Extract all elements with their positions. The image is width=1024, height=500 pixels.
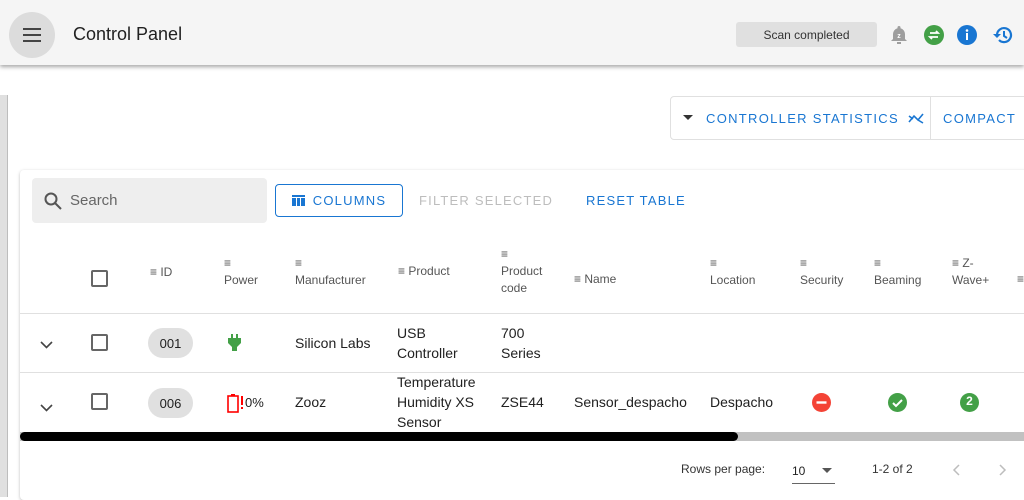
- column-label: Security: [800, 273, 844, 287]
- info-icon[interactable]: [957, 25, 977, 45]
- column-label: Product: [408, 264, 450, 278]
- security-none-icon: [812, 393, 831, 415]
- battery-alert-icon: [227, 393, 243, 413]
- name-cell: Sensor_despacho: [574, 394, 687, 410]
- column-label: Z-Wave+: [952, 256, 990, 287]
- column-label: Location: [710, 273, 756, 287]
- page-title: Control Panel: [73, 24, 183, 44]
- node-id-chip: 006: [148, 388, 193, 418]
- column-label: Power: [224, 273, 259, 287]
- column-label: Product code: [501, 264, 543, 295]
- column-header-manufacturer[interactable]: ≡ Manufacturer: [295, 255, 366, 289]
- svg-text:z: z: [897, 33, 901, 40]
- select-all-checkbox[interactable]: [91, 270, 108, 287]
- zwave-plus-version-icon: 2: [960, 393, 979, 415]
- column-header-zwave-plus[interactable]: ≡ Z-Wave+: [952, 255, 992, 289]
- next-page-button[interactable]: [999, 463, 1007, 479]
- expand-row-button[interactable]: [40, 399, 53, 415]
- pagination-range: 1-2 of 2: [872, 462, 913, 476]
- location-cell: Despacho: [710, 394, 774, 410]
- column-label: ID: [160, 265, 173, 279]
- product-code-cell: ZSE44: [501, 394, 544, 410]
- controller-statistics-label: CONTROLLER STATISTICS: [706, 110, 899, 126]
- status-badge: Scan completed: [736, 22, 877, 47]
- divider: [20, 372, 1024, 373]
- column-label: Beaming: [874, 273, 922, 287]
- plug-icon: [228, 334, 241, 354]
- filter-selected-button[interactable]: FILTER SELECTED: [419, 193, 553, 208]
- column-header-beaming[interactable]: ≡ Beaming: [874, 255, 921, 289]
- rows-per-page-label: Rows per page:: [681, 462, 766, 476]
- expand-row-button[interactable]: [40, 336, 53, 352]
- column-header-id[interactable]: ≡ ID: [150, 264, 172, 281]
- caret-down-icon: [822, 468, 833, 473]
- search-input[interactable]: Search: [32, 178, 267, 223]
- beaming-check-icon: [888, 393, 907, 415]
- chevron-down-icon: [40, 341, 53, 349]
- battery-status: 0%: [227, 393, 264, 413]
- product-cell: USB Controller: [397, 325, 458, 361]
- columns-label: COLUMNS: [312, 193, 387, 208]
- view-button-group: CONTROLLER STATISTICS COMPACT: [670, 96, 1024, 140]
- product-code-cell: 700 Series: [501, 325, 541, 361]
- left-panel-edge: [0, 95, 8, 497]
- reset-table-button[interactable]: RESET TABLE: [586, 193, 686, 208]
- sync-icon[interactable]: [924, 25, 944, 45]
- scrollbar-thumb[interactable]: [20, 432, 738, 441]
- compact-button[interactable]: COMPACT: [931, 97, 1016, 139]
- column-label: Manufacturer: [295, 273, 366, 287]
- product-cell: Temperature Humidity XS Sensor: [397, 374, 476, 430]
- chevron-left-icon: [952, 464, 960, 476]
- search-icon: [44, 192, 62, 210]
- manufacturer-cell: Zooz: [295, 394, 327, 410]
- filter-icon[interactable]: ≡: [1017, 271, 1024, 288]
- column-label: Name: [584, 272, 617, 286]
- previous-page-button[interactable]: [952, 463, 960, 479]
- column-header-security[interactable]: ≡ Security: [800, 255, 843, 289]
- rows-per-page-value: 10: [792, 463, 806, 478]
- bell-z-icon[interactable]: z: [890, 25, 908, 45]
- row-checkbox[interactable]: [91, 334, 108, 351]
- history-icon[interactable]: [992, 24, 1014, 46]
- caret-down-icon: [683, 115, 693, 120]
- chart-line-icon: [908, 113, 924, 124]
- rows-per-page-select[interactable]: 10: [792, 458, 835, 484]
- manufacturer-cell: Silicon Labs: [295, 335, 371, 351]
- column-header-product-code[interactable]: ≡ Product code: [501, 246, 551, 297]
- menu-button[interactable]: [9, 12, 55, 58]
- column-header-location[interactable]: ≡ Location: [710, 255, 755, 289]
- app-header: Control Panel Scan completed z: [0, 0, 1024, 65]
- search-placeholder: Search: [70, 192, 118, 209]
- divider: [20, 313, 1024, 314]
- column-header-power[interactable]: ≡ Power: [224, 255, 258, 289]
- columns-button[interactable]: COLUMNS: [275, 184, 403, 217]
- view-column-icon: [291, 195, 305, 206]
- row-checkbox[interactable]: [91, 393, 108, 410]
- zwave-plus-version: 2: [966, 394, 973, 408]
- column-header-name[interactable]: ≡ Name: [574, 271, 616, 288]
- controller-statistics-button[interactable]: CONTROLLER STATISTICS: [671, 97, 931, 139]
- battery-level: 0%: [245, 395, 264, 410]
- hamburger-icon: [23, 28, 41, 42]
- column-header-product[interactable]: ≡ Product: [398, 263, 450, 280]
- chevron-right-icon: [999, 464, 1007, 476]
- chevron-down-icon: [40, 404, 53, 412]
- node-id-chip: 001: [148, 328, 193, 358]
